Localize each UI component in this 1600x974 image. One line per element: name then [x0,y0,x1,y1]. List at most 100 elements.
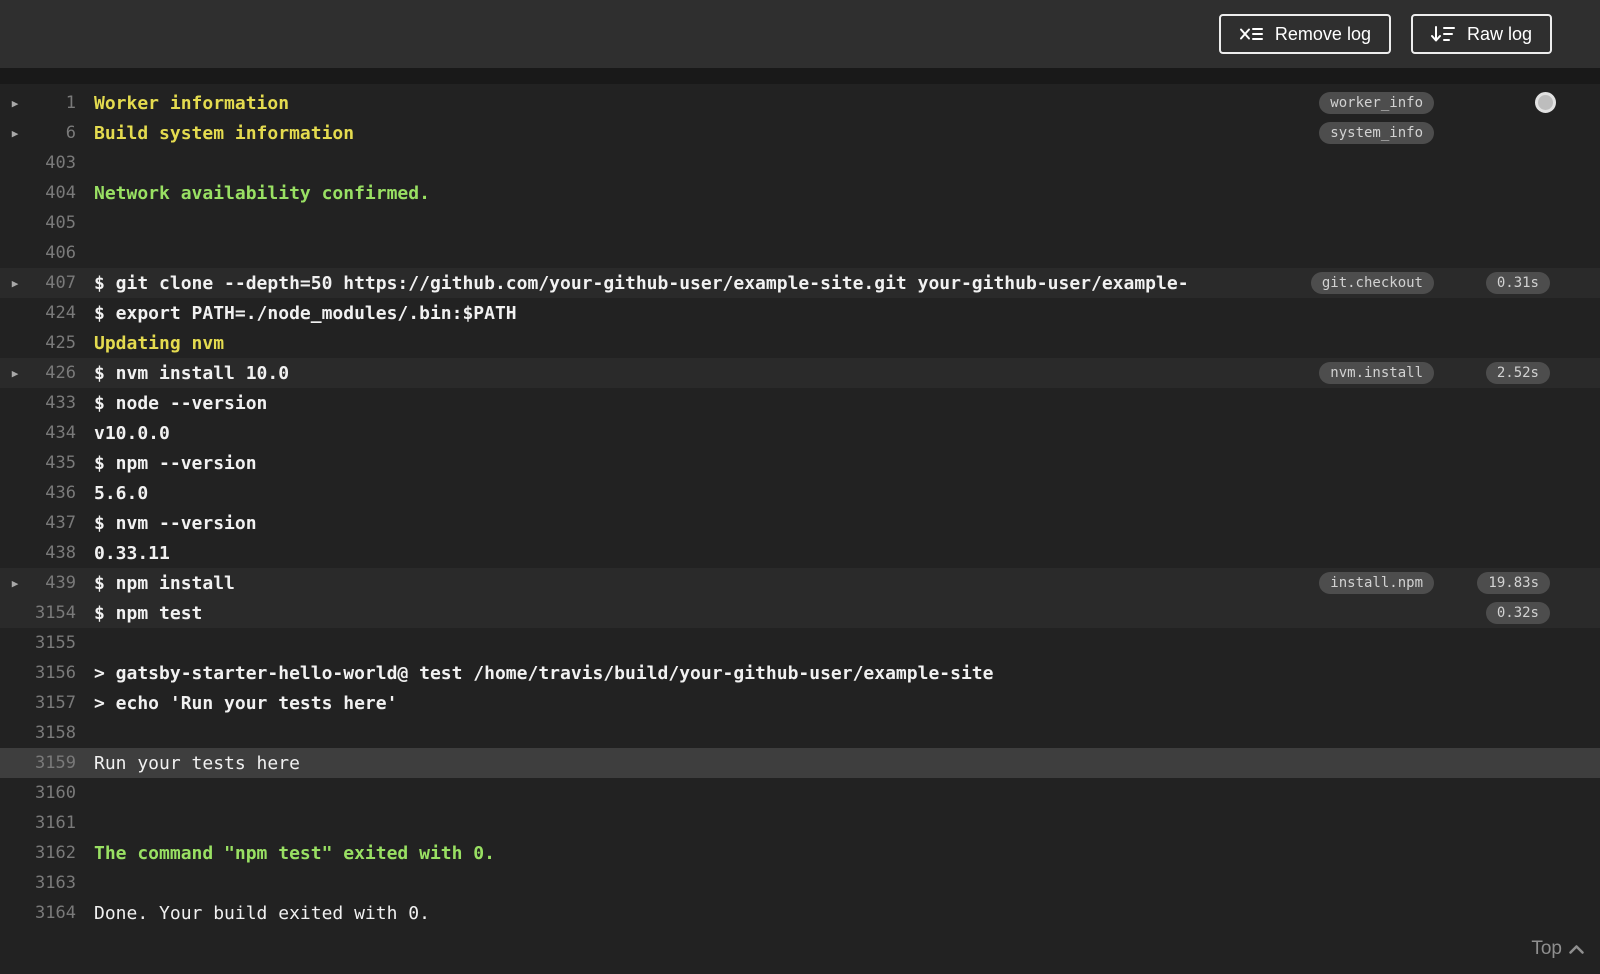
duration-slot: 0.32s [1470,602,1550,624]
raw-log-icon [1430,25,1455,43]
line-number[interactable]: 425 [30,333,76,353]
log-line: 403 [0,148,1600,178]
remove-log-label: Remove log [1274,24,1371,44]
log-text: $ git clone --depth=50 https://github.co… [94,272,1189,294]
fold-tag: install.npm [1319,572,1434,594]
scroll-to-top-link[interactable]: Top [1531,938,1584,960]
line-number[interactable]: 3154 [30,603,76,623]
line-number[interactable]: 424 [30,303,76,323]
fold-toggle-icon[interactable]: ▶ [0,97,30,110]
log-text: $ node --version [94,392,268,414]
line-number[interactable]: 3156 [30,663,76,683]
line-number[interactable]: 6 [30,123,76,143]
log-text: v10.0.0 [94,422,170,444]
fold-toggle-icon[interactable]: ▶ [0,127,30,140]
line-number[interactable]: 3164 [30,903,76,923]
fold-toggle-icon[interactable]: ▶ [0,367,30,380]
log-line: 433 $ node --version [0,388,1600,418]
log-view: ▶ 1 Worker information worker_info ▶ 6 Build s… [0,84,1600,974]
line-number[interactable]: 438 [30,543,76,563]
log-text: 5.6.0 [94,482,149,504]
log-line: 437 $ nvm --version [0,508,1600,538]
remove-log-icon [1239,25,1263,43]
log-line: 3158 [0,718,1600,748]
log-line: 435 $ npm --version [0,448,1600,478]
log-line: 3159 Run your tests here [0,748,1600,778]
line-number[interactable]: 3159 [30,753,76,773]
log-line: ▶ 426 $ nvm install 10.0 nvm.install 2.52s [0,358,1600,388]
line-number[interactable]: 3157 [30,693,76,713]
duration-badge: 0.32s [1485,602,1550,624]
fold-toggle-icon[interactable]: ▶ [0,277,30,290]
log-line: ▶ 439 $ npm install install.npm 19.83s [0,568,1600,598]
top-label: Top [1531,938,1562,959]
log-line: 405 [0,208,1600,238]
log-line: 434 v10.0.0 [0,418,1600,448]
line-number[interactable]: 439 [30,573,76,593]
log-text: $ npm install [94,572,235,594]
fold-toggle-icon[interactable]: ▶ [0,577,30,590]
line-number[interactable]: 403 [30,153,76,173]
line-number[interactable]: 3163 [30,873,76,893]
log-line: 3164 Done. Your build exited with 0. [0,898,1600,928]
log-text: > gatsby-starter-hello-world@ test /home… [94,662,994,684]
log-line: ▶ 6 Build system information system_info [0,118,1600,148]
log-line: 3162 The command "npm test" exited with 0… [0,838,1600,868]
line-number[interactable]: 3160 [30,783,76,803]
line-number[interactable]: 404 [30,183,76,203]
duration-slot: 2.52s [1470,362,1550,384]
line-number[interactable]: 3155 [30,633,76,653]
duration-slot: 19.83s [1470,572,1550,594]
log-text: $ npm --version [94,452,257,474]
log-line: 436 5.6.0 [0,478,1600,508]
log-line: 3160 [0,778,1600,808]
line-number[interactable]: 436 [30,483,76,503]
log-line: 3155 [0,628,1600,658]
fold-tag: worker_info [1319,92,1434,114]
log-line: 425 Updating nvm [0,328,1600,358]
fold-tag: nvm.install [1319,362,1434,384]
line-number[interactable]: 3161 [30,813,76,833]
log-text: Worker information [94,92,290,114]
log-line: 406 [0,238,1600,268]
line-number[interactable]: 437 [30,513,76,533]
line-number[interactable]: 434 [30,423,76,443]
log-line: 3161 [0,808,1600,838]
log-lines: ▶ 1 Worker information worker_info ▶ 6 Build s… [0,88,1600,928]
log-line: ▶ 1 Worker information worker_info [0,88,1600,118]
log-line: 3163 [0,868,1600,898]
line-number[interactable]: 3158 [30,723,76,743]
line-number[interactable]: 405 [30,213,76,233]
line-number[interactable]: 3162 [30,843,76,863]
remove-log-button[interactable]: Remove log [1218,14,1391,54]
log-text: Done. Your build exited with 0. [94,902,430,924]
line-number[interactable]: 433 [30,393,76,413]
line-number[interactable]: 426 [30,363,76,383]
log-text: The command "npm test" exited with 0. [94,842,495,864]
raw-log-button[interactable]: Raw log [1410,14,1552,54]
toolbar: Remove log Raw log [0,0,1600,68]
fold-tag: git.checkout [1310,272,1434,294]
duration-slot: 0.31s [1470,272,1550,294]
log-text: Run your tests here [94,752,300,774]
line-number[interactable]: 406 [30,243,76,263]
line-number[interactable]: 1 [30,93,76,113]
fold-tag: system_info [1319,122,1434,144]
log-text: $ export PATH=./node_modules/.bin:$PATH [94,302,517,324]
scroll-indicator[interactable] [1535,92,1556,113]
chevron-up-icon [1569,938,1584,960]
raw-log-label: Raw log [1466,24,1532,44]
line-number[interactable]: 435 [30,453,76,473]
duration-badge: 2.52s [1485,362,1550,384]
log-text: Build system information [94,122,355,144]
log-line: ▶ 407 $ git clone --depth=50 https://githu… [0,268,1600,298]
log-text: $ npm test [94,602,203,624]
log-text: $ nvm install 10.0 [94,362,290,384]
line-number[interactable]: 407 [30,273,76,293]
log-text: > echo 'Run your tests here' [94,692,398,714]
log-text: Updating nvm [94,332,225,354]
log-text: Network availability confirmed. [94,182,430,204]
duration-badge: 19.83s [1477,572,1550,594]
log-line: 3154 $ npm test 0.32s [0,598,1600,628]
log-line: 3157 > echo 'Run your tests here' [0,688,1600,718]
